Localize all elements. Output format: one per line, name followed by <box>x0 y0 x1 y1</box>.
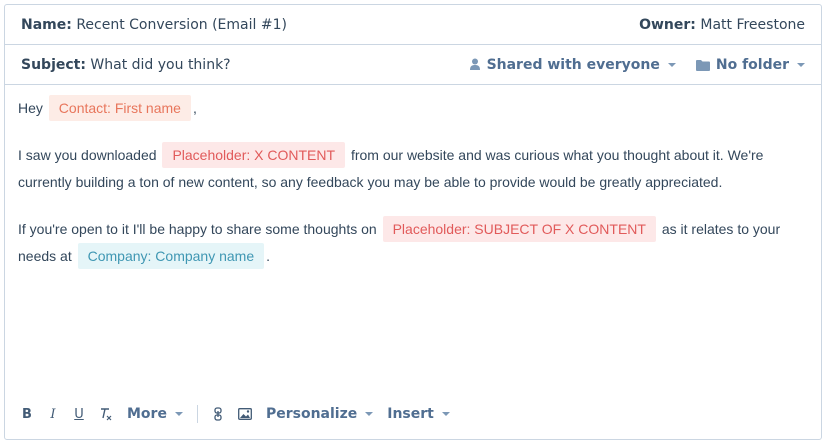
personalization-token-company-name[interactable]: Company: Company name <box>77 243 265 269</box>
bold-button[interactable]: B <box>21 407 33 422</box>
body-paragraph-2: I saw you downloaded Placeholder: X CONT… <box>18 142 808 196</box>
toolbar-divider <box>196 405 198 423</box>
chevron-down-icon <box>797 62 805 67</box>
personalization-token-first-name[interactable]: Contact: First name <box>48 95 191 121</box>
subject-controls: Shared with everyone No folder <box>469 57 805 73</box>
subject-label: Subject: <box>21 56 86 73</box>
template-meta-row: Name: Recent Conversion (Email #1) Owner… <box>5 5 821 45</box>
folder-label: No folder <box>715 56 789 73</box>
template-owner[interactable]: Owner: Matt Freestone <box>639 17 805 33</box>
formatting-toolbar: B I U More Personalize Insert <box>21 405 450 423</box>
underline-button[interactable]: U <box>73 407 85 422</box>
owner-label: Owner: <box>639 16 696 33</box>
body-text: , <box>192 100 197 116</box>
owner-value: Matt Freestone <box>700 16 805 33</box>
clear-formatting-icon <box>101 408 112 421</box>
body-text: . <box>266 248 271 264</box>
image-button[interactable] <box>238 408 252 420</box>
name-value: Recent Conversion (Email #1) <box>76 16 287 33</box>
user-icon <box>469 58 480 70</box>
more-label: More <box>127 406 167 422</box>
placeholder-token-x-content[interactable]: Placeholder: X CONTENT <box>162 142 346 168</box>
personalize-label: Personalize <box>265 406 358 422</box>
body-text: If you're open to it I'll be happy to sh… <box>18 221 377 237</box>
link-button[interactable] <box>212 407 224 421</box>
link-icon <box>214 407 222 421</box>
subject-field[interactable]: Subject: What did you think? <box>21 56 231 74</box>
body-text: I saw you downloaded <box>18 147 157 163</box>
sharing-dropdown[interactable]: Shared with everyone <box>469 57 676 73</box>
body-text: Hey <box>18 100 43 116</box>
chevron-down-icon <box>441 412 450 416</box>
body-paragraph-3: If you're open to it I'll be happy to sh… <box>18 216 808 270</box>
subject-row: Subject: What did you think? Shared with… <box>5 45 821 85</box>
insert-label: Insert <box>387 406 434 422</box>
chevron-down-icon <box>174 412 183 416</box>
body-paragraph-1: Hey Contact: First name, <box>18 95 808 122</box>
email-template-editor: Name: Recent Conversion (Email #1) Owner… <box>4 4 822 440</box>
template-name[interactable]: Name: Recent Conversion (Email #1) <box>21 17 287 33</box>
subject-value[interactable]: What did you think? <box>90 57 230 73</box>
chevron-down-icon <box>365 412 374 416</box>
chevron-down-icon <box>667 62 676 67</box>
insert-menu-button[interactable]: Insert <box>387 406 450 422</box>
folder-dropdown[interactable]: No folder <box>695 56 805 73</box>
personalize-menu-button[interactable]: Personalize <box>265 406 374 422</box>
placeholder-token-subject[interactable]: Placeholder: SUBJECT OF X CONTENT <box>382 216 656 242</box>
folder-icon <box>695 59 710 71</box>
italic-button[interactable]: I <box>47 407 59 422</box>
more-menu-button[interactable]: More <box>127 406 183 422</box>
image-icon <box>238 408 252 420</box>
name-label: Name: <box>21 16 72 33</box>
email-body[interactable]: Hey Contact: First name, I saw you downl… <box>5 85 821 270</box>
sharing-label: Shared with everyone <box>486 56 660 73</box>
clear-formatting-button[interactable] <box>99 407 113 421</box>
